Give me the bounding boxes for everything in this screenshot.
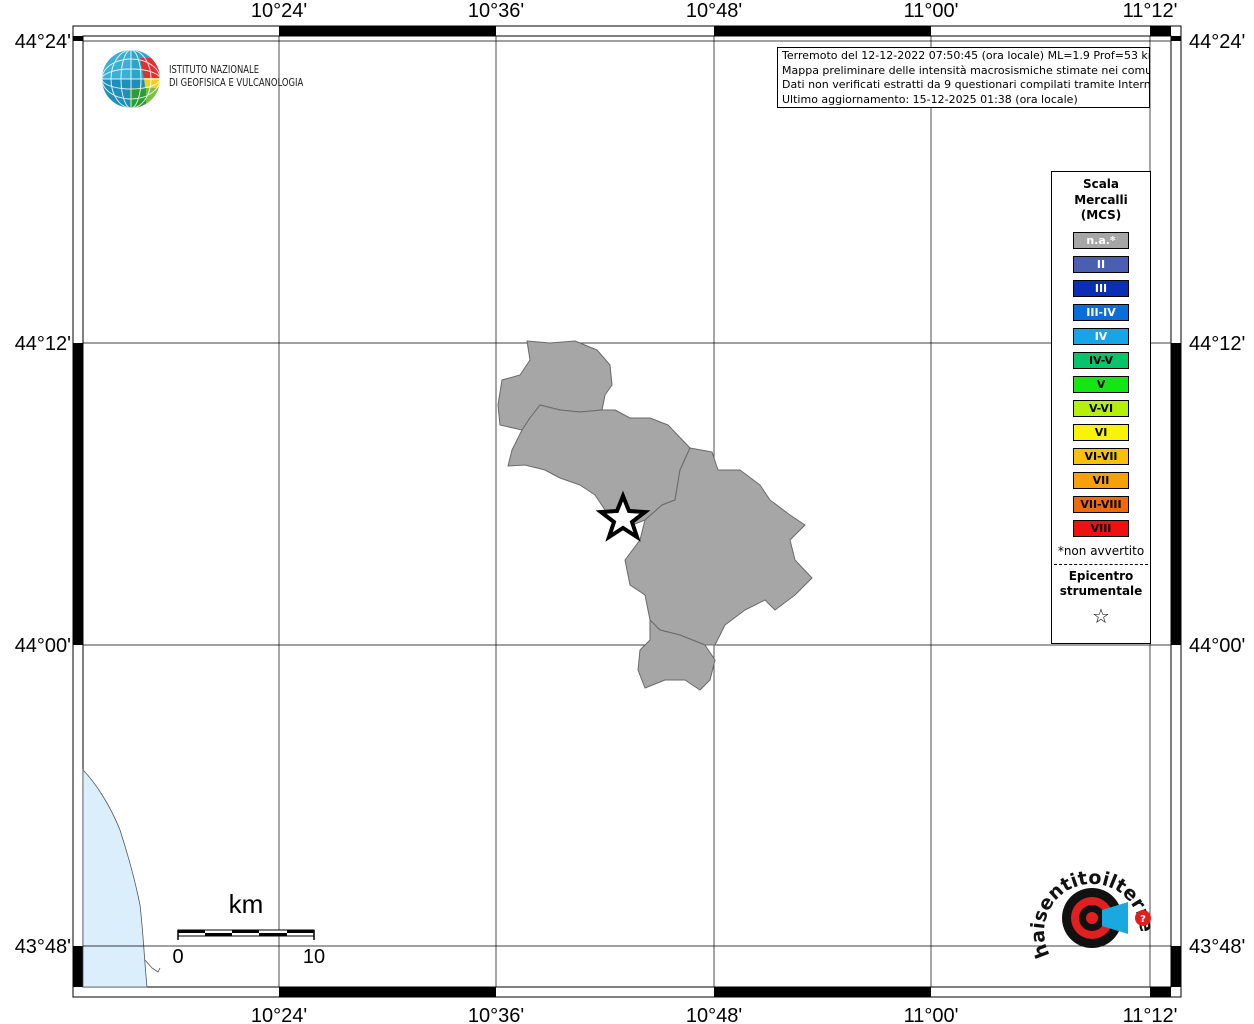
- lat-label-right-1: 44°24': [1189, 31, 1245, 53]
- lon-label-bottom-5: 11°12': [1123, 1005, 1178, 1024]
- legend-item-vii: VII: [1073, 471, 1129, 489]
- scale-unit: km: [229, 889, 264, 919]
- legend-epicenter-line1: Epicentro: [1068, 568, 1134, 583]
- legend-item-vii-viii: VII-VIII: [1073, 495, 1129, 513]
- event-info-line2: Mappa preliminare delle intensità macros…: [782, 63, 1150, 77]
- legend-epicenter-line2: strumentale: [1059, 584, 1143, 598]
- lon-label-top-3: 10°48': [686, 0, 742, 22]
- event-info-box: Terremoto del 12-12-2022 07:50:45 (ora l…: [777, 47, 1150, 108]
- ingv-logo: ISTITUTO NAZIONALE DI GEOFISICA E VULCAN…: [100, 48, 320, 110]
- event-info-line4: Ultimo aggiornamento: 15-12-2025 01:38 (…: [782, 92, 1078, 106]
- sea-area: [82, 769, 148, 988]
- legend-item-v-vi: V-VI: [1073, 399, 1129, 417]
- lon-label-top-2: 10°36': [468, 0, 524, 22]
- legend-item-na: n.a.*: [1073, 231, 1129, 249]
- lon-label-bottom-3: 10°48': [686, 1005, 742, 1024]
- frame-checker-right: [1171, 36, 1181, 987]
- lat-label-left-4: 43°48': [15, 936, 71, 958]
- legend-items: n.a.* II III III-IV IV IV-V V V-VI VI VI-VII VII VI…: [1052, 231, 1150, 537]
- lon-label-top-4: 11°00': [904, 0, 959, 22]
- lat-label-left-2: 44°12': [15, 333, 71, 355]
- lon-label-bottom-4: 11°00': [904, 1005, 959, 1024]
- epicenter-star-icon: ☆: [1092, 603, 1110, 628]
- legend-title: Scala Mercalli (MCS): [1052, 177, 1150, 224]
- legend-item-iv: IV: [1073, 327, 1129, 345]
- lon-label-bottom-1: 10°24': [251, 1005, 307, 1024]
- ingv-logo-text: ISTITUTO NAZIONALE DI GEOFISICA E VULCAN…: [169, 64, 303, 90]
- legend-item-v: V: [1073, 375, 1129, 393]
- frame-checker-left: [73, 36, 83, 987]
- lon-label-bottom-2: 10°36': [468, 1005, 524, 1024]
- scale-start: 0: [172, 946, 183, 968]
- event-info-line1: Terremoto del 12-12-2022 07:50:45 (ora l…: [782, 49, 1150, 62]
- svg-text:?: ?: [1140, 914, 1146, 925]
- event-info-line3: Dati non verificati estratti da 9 questi…: [782, 78, 1150, 91]
- legend-item-iv-v: IV-V: [1073, 351, 1129, 369]
- lon-label-top-1: 10°24': [251, 0, 307, 22]
- legend-title-line2: Mercalli: [1074, 192, 1128, 207]
- legend-title-line3: (MCS): [1080, 208, 1122, 222]
- lat-label-right-3: 44°00': [1189, 635, 1245, 657]
- haisentito-logo: haisentitoilterremoto.it ?: [1030, 860, 1157, 961]
- lat-label-left-3: 44°00': [15, 635, 71, 657]
- legend-epicenter-label: Epicentro strumentale: [1052, 569, 1150, 600]
- ingv-globe-icon: [102, 50, 160, 108]
- lat-label-right-4: 43°48': [1189, 936, 1245, 958]
- legend-item-iii: III: [1073, 279, 1129, 297]
- legend-item-vi: VI: [1073, 423, 1129, 441]
- frame-checker-bottom: [279, 987, 1171, 997]
- lon-label-top-5: 11°12': [1123, 0, 1178, 22]
- scale-bar: [177, 929, 315, 940]
- scale-end: 10: [303, 946, 325, 968]
- harbor-detail: [144, 959, 161, 973]
- legend-divider: [1054, 563, 1148, 565]
- legend-item-ii: II: [1073, 255, 1129, 273]
- lat-label-left-1: 44°24': [15, 31, 71, 53]
- intensity-legend: Scala Mercalli (MCS) n.a.* II III III-IV IV I…: [1051, 171, 1151, 644]
- legend-item-vi-vii: VI-VII: [1073, 447, 1129, 465]
- legend-title-line1: Scala: [1082, 177, 1120, 191]
- ingv-logo-line2: DI GEOFISICA E VULCANOLOGIA: [169, 77, 304, 89]
- legend-item-iii-iv: III-IV: [1073, 303, 1129, 321]
- frame-checker-top: [279, 26, 1171, 36]
- ingv-logo-line1: ISTITUTO NAZIONALE: [169, 64, 260, 76]
- legend-note: *non avvertito: [1057, 543, 1145, 558]
- lat-label-right-2: 44°12': [1189, 333, 1245, 355]
- legend-item-viii: VIII: [1073, 519, 1129, 537]
